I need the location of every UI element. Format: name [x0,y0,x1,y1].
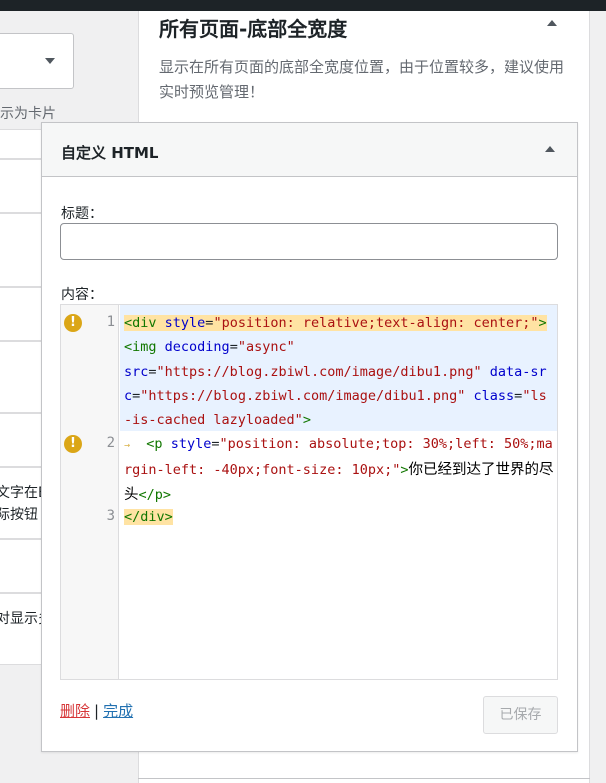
code-token: src [124,363,149,380]
widget-header[interactable]: 自定义 HTML [42,123,577,177]
custom-html-widget: 自定义 HTML 标题： 内容： ! 1 ! 2 3 <div style = "p… [41,122,578,752]
delete-link[interactable]: 删除 [60,702,90,720]
left-row[interactable] [0,129,42,159]
code-token: style [170,436,212,452]
code-line-2: → <p style="position: absolute;top: 30%;… [124,432,554,507]
code-editor[interactable]: ! 1 ! 2 3 <div style = "position: relative… [60,304,558,680]
content-field-label: 内容： [61,287,103,303]
warning-icon[interactable]: ! [64,314,82,332]
left-dropdown[interactable] [0,33,74,89]
line-number: 3 [106,508,115,524]
divider [138,778,590,779]
code-token: "https://blog.zbiwl.com/image/dibu1.png" [140,387,466,404]
left-fragment-text: 际按钮 [0,507,38,523]
widget-title: 自定义 HTML [61,144,159,162]
widget-footer-actions: 删除 | 完成 [60,700,133,721]
code-line-3: </div> [124,505,554,529]
warning-icon[interactable]: ! [64,435,82,453]
left-row[interactable] [0,539,42,593]
left-label-card: 示为卡片 [0,106,56,122]
editor-gutter [61,305,119,679]
matched-tag-highlight: <div style="position: relative;text-alig… [124,315,547,331]
code-token: > [538,315,547,331]
code-token: </p> [138,486,172,503]
section-description: 显示在所有页面的底部全宽度位置，由于位置较多，建议使用实时预览管理！ [159,58,565,101]
saved-button[interactable]: 已保存 [483,696,558,734]
code-token: decoding [164,339,230,356]
left-row[interactable] [0,213,42,287]
code-token: </div> [124,509,173,525]
left-row[interactable]: 文字在E 际按钮 [0,467,42,539]
chevron-down-icon [45,58,55,64]
left-row[interactable] [0,341,42,413]
done-link[interactable]: 完成 [103,702,133,720]
code-line-1: <div style = "position: relative;text-alig… [124,311,554,432]
code-token: <img [124,339,157,356]
section-title: 所有页面-底部全宽度 [159,17,348,41]
code-token: class [473,387,515,404]
admin-top-bar [0,0,606,11]
left-fragment-text: 对显示多 [0,611,42,627]
code-token: style [164,315,206,331]
code-token: = [229,339,238,356]
left-row[interactable]: 对显示多 [0,593,42,665]
left-row[interactable] [0,287,42,341]
title-field-label: 标题： [61,206,103,222]
separator: | [94,702,100,720]
left-fragment-text: 文字在E [0,485,42,501]
code-token: "https://blog.zbiwl.com/image/dibu1.png" [156,363,482,380]
chevron-up-icon[interactable] [547,20,557,26]
code-token: = [148,363,157,380]
chevron-up-icon[interactable] [545,146,555,152]
code-token: > [302,412,311,429]
line-number: 2 [106,435,115,451]
code-token: <p [146,436,163,452]
left-row[interactable] [0,159,42,213]
code-token: "async" [237,339,295,356]
left-row[interactable] [0,413,42,467]
indent-marker: → [124,440,131,451]
line-number: 1 [106,314,115,330]
title-input[interactable] [60,223,558,260]
code-token: <div [124,315,157,331]
code-token: "position: relative;text-align: center;" [213,315,539,331]
